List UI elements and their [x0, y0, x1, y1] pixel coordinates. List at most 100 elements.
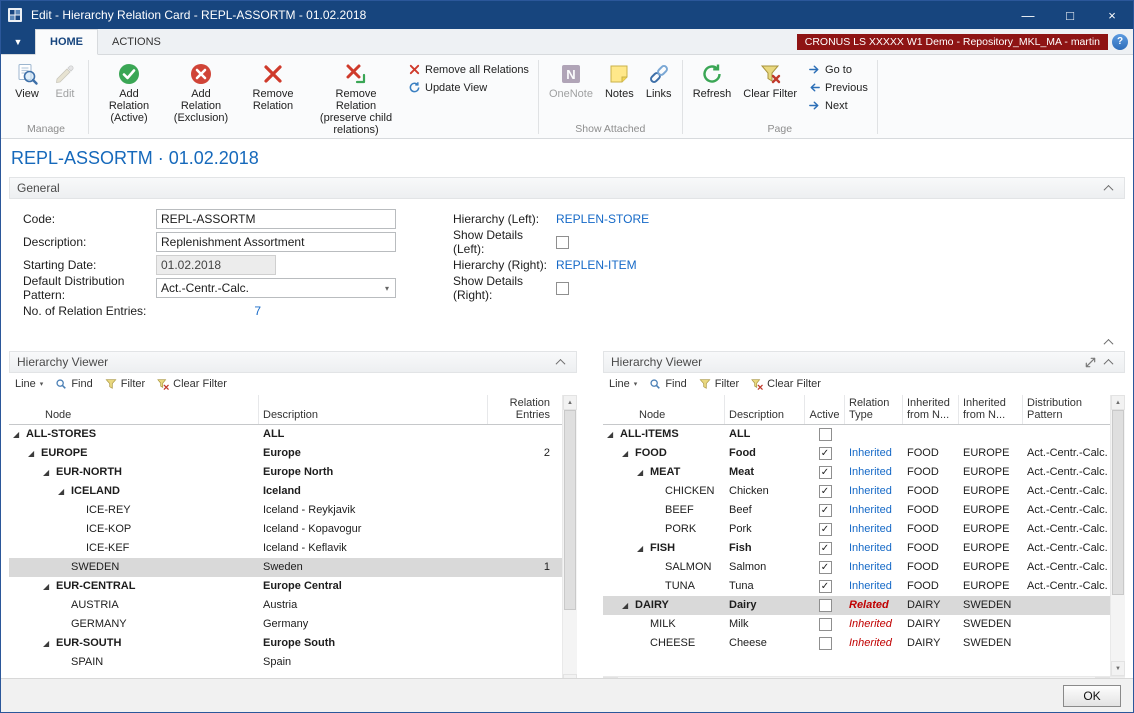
tree-expand-icon[interactable]: ◢: [43, 463, 56, 482]
next-button[interactable]: Next: [805, 98, 871, 113]
left-filter-button[interactable]: Filter: [105, 378, 145, 390]
tree-expand-icon[interactable]: ◢: [607, 425, 620, 444]
table-row-europe[interactable]: ◢EUROPEEurope2: [9, 444, 562, 463]
scroll-up-button[interactable]: ▲: [1111, 395, 1125, 410]
scroll-thumb[interactable]: [564, 410, 576, 610]
right-filter-button[interactable]: Filter: [699, 378, 739, 390]
left-find-button[interactable]: Find: [55, 378, 92, 390]
table-row-beef[interactable]: BEEFBeef✓InheritedFOODEUROPEAct.-Centr.-…: [603, 501, 1110, 520]
table-row-tuna[interactable]: TUNATuna✓InheritedFOODEUROPEAct.-Centr.-…: [603, 577, 1110, 596]
active-checkbox[interactable]: [819, 637, 832, 650]
table-row-eur-central[interactable]: ◢EUR-CENTRALEurope Central: [9, 577, 562, 596]
table-row-sweden[interactable]: SWEDENSweden1: [9, 558, 562, 577]
tree-expand-icon[interactable]: ◢: [28, 444, 41, 463]
previous-button[interactable]: Previous: [805, 80, 871, 95]
close-button[interactable]: ×: [1091, 1, 1133, 29]
active-checkbox[interactable]: ✓: [819, 485, 832, 498]
table-row-ice-kef[interactable]: ICE-KEFIceland - Keflavik: [9, 539, 562, 558]
tree-expand-icon[interactable]: ◢: [58, 482, 71, 501]
tree-expand-icon[interactable]: ◢: [637, 463, 650, 482]
table-row-fish[interactable]: ◢FISHFish✓InheritedFOODEUROPEAct.-Centr.…: [603, 539, 1110, 558]
table-row-ice-kop[interactable]: ICE-KOPIceland - Kopavogur: [9, 520, 562, 539]
refresh-button[interactable]: Refresh: [687, 58, 738, 102]
right-vertical-scrollbar[interactable]: ▲ ▼: [1110, 395, 1125, 676]
relation-entries-value[interactable]: 7: [156, 304, 261, 318]
collapse-left-viewer-button[interactable]: [551, 355, 569, 370]
show-details-left-checkbox[interactable]: [556, 236, 569, 249]
table-row-meat[interactable]: ◢MEATMeat✓InheritedFOODEUROPEAct.-Centr.…: [603, 463, 1110, 482]
collapse-right-viewer-button[interactable]: [1099, 355, 1117, 370]
active-checkbox[interactable]: ✓: [819, 561, 832, 574]
scroll-track[interactable]: [1111, 410, 1125, 661]
table-row-salmon[interactable]: SALMONSalmon✓InheritedFOODEUROPEAct.-Cen…: [603, 558, 1110, 577]
minimize-button[interactable]: —: [1007, 1, 1049, 29]
table-row-ice-rey[interactable]: ICE-REYIceland - Reykjavik: [9, 501, 562, 520]
hierarchy-left-link[interactable]: REPLEN-STORE: [556, 212, 649, 226]
table-row-all-items[interactable]: ◢ALL-ITEMSALL: [603, 425, 1110, 444]
table-row-pork[interactable]: PORKPork✓InheritedFOODEUROPEAct.-Centr.-…: [603, 520, 1110, 539]
right-line-menu-button[interactable]: Line ▾: [609, 378, 637, 390]
scroll-down-button[interactable]: ▼: [1111, 661, 1125, 676]
update-view-button[interactable]: Update View: [405, 80, 532, 95]
active-checkbox[interactable]: [819, 428, 832, 441]
description-input[interactable]: [156, 232, 396, 252]
right-find-button[interactable]: Find: [649, 378, 686, 390]
table-row-cheese[interactable]: CHEESECheeseInheritedDAIRYSWEDEN: [603, 634, 1110, 653]
add-relation-active-button[interactable]: Add Relation (Active): [93, 58, 165, 126]
table-row-chicken[interactable]: CHICKENChicken✓InheritedFOODEUROPEAct.-C…: [603, 482, 1110, 501]
table-row-eur-north[interactable]: ◢EUR-NORTHEurope North: [9, 463, 562, 482]
starting-date-input[interactable]: [156, 255, 276, 275]
tree-expand-icon[interactable]: ◢: [43, 634, 56, 653]
collapse-viewers-button[interactable]: [1099, 335, 1117, 350]
onenote-button[interactable]: N OneNote: [543, 58, 599, 102]
table-row-all-stores[interactable]: ◢ALL-STORESALL: [9, 425, 562, 444]
left-clear-filter-button[interactable]: Clear Filter: [157, 378, 227, 390]
view-button[interactable]: View: [8, 58, 46, 102]
table-row-austria[interactable]: AUSTRIAAustria: [9, 596, 562, 615]
table-row-spain[interactable]: SPAINSpain: [9, 653, 562, 672]
active-checkbox[interactable]: ✓: [819, 466, 832, 479]
tab-home[interactable]: HOME: [35, 29, 98, 55]
active-checkbox[interactable]: ✓: [819, 504, 832, 517]
edit-button[interactable]: Edit: [46, 58, 84, 102]
table-row-food[interactable]: ◢FOODFood✓InheritedFOODEUROPEAct.-Centr.…: [603, 444, 1110, 463]
left-line-menu-button[interactable]: Line ▾: [15, 378, 43, 390]
active-checkbox[interactable]: ✓: [819, 542, 832, 555]
table-row-dairy[interactable]: ◢DAIRYDairyRelatedDAIRYSWEDEN: [603, 596, 1110, 615]
active-checkbox[interactable]: ✓: [819, 447, 832, 460]
scroll-thumb[interactable]: [1112, 410, 1124, 595]
help-icon[interactable]: ?: [1112, 34, 1128, 50]
table-row-milk[interactable]: MILKMilkInheritedDAIRYSWEDEN: [603, 615, 1110, 634]
right-clear-filter-button[interactable]: Clear Filter: [751, 378, 821, 390]
tree-expand-icon[interactable]: ◢: [13, 425, 26, 444]
tree-expand-icon[interactable]: ◢: [622, 444, 635, 463]
hierarchy-right-link[interactable]: REPLEN-ITEM: [556, 258, 637, 272]
code-input[interactable]: [156, 209, 396, 229]
clear-filter-button[interactable]: Clear Filter: [737, 58, 803, 102]
goto-button[interactable]: Go to: [805, 62, 871, 77]
remove-relation-button[interactable]: Remove Relation: [237, 58, 309, 114]
active-checkbox[interactable]: [819, 618, 832, 631]
right-horizontal-scrollbar[interactable]: ◄ ►: [603, 676, 1125, 678]
tree-expand-icon[interactable]: ◢: [43, 577, 56, 596]
remove-relation-preserve-button[interactable]: Remove Relation (preserve child relation…: [309, 58, 403, 138]
tab-actions[interactable]: ACTIONS: [98, 29, 175, 54]
ok-button[interactable]: OK: [1063, 685, 1121, 707]
table-row-eur-south[interactable]: ◢EUR-SOUTHEurope South: [9, 634, 562, 653]
remove-all-relations-button[interactable]: Remove all Relations: [405, 62, 532, 77]
show-details-right-checkbox[interactable]: [556, 282, 569, 295]
table-row-iceland[interactable]: ◢ICELANDIceland: [9, 482, 562, 501]
add-relation-exclusion-button[interactable]: Add Relation (Exclusion): [165, 58, 237, 126]
scroll-track[interactable]: [563, 410, 577, 674]
tree-expand-icon[interactable]: ◢: [622, 596, 635, 615]
scroll-track[interactable]: [618, 677, 1095, 678]
active-checkbox[interactable]: ✓: [819, 580, 832, 593]
left-vertical-scrollbar[interactable]: ▲ ▼: [562, 395, 577, 678]
application-menu-button[interactable]: ▼: [1, 29, 35, 54]
distribution-pattern-select[interactable]: Act.-Centr.-Calc. ▾: [156, 278, 396, 298]
links-button[interactable]: Links: [640, 58, 678, 102]
collapse-general-button[interactable]: [1099, 181, 1117, 196]
tree-expand-icon[interactable]: ◢: [637, 539, 650, 558]
expand-columns-icon[interactable]: [1081, 355, 1099, 370]
active-checkbox[interactable]: [819, 599, 832, 612]
